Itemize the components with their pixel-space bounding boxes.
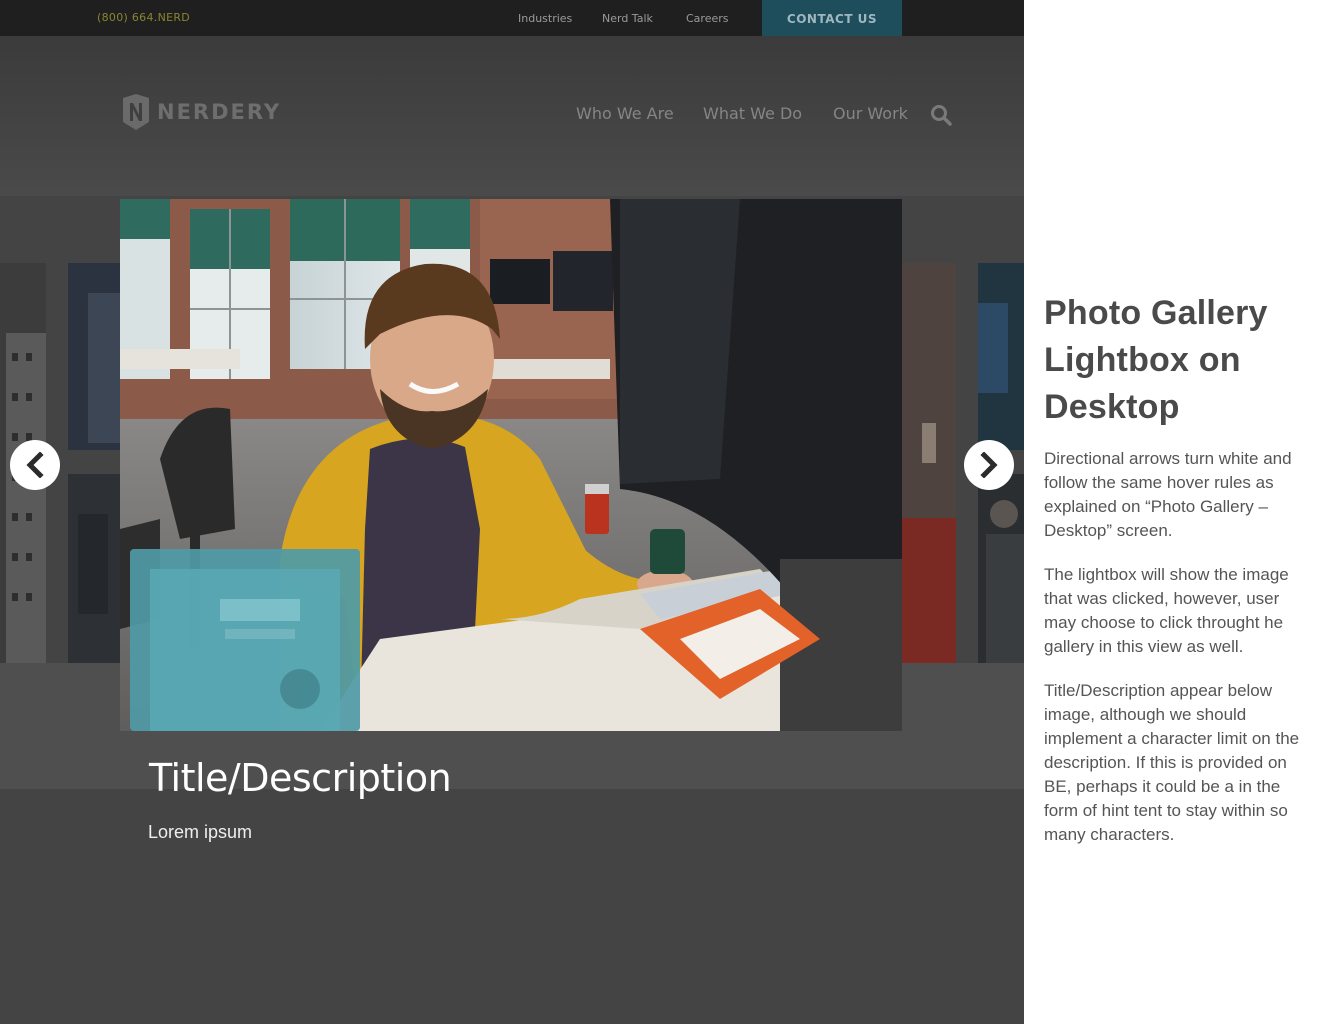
- phone-number[interactable]: (800) 664.NERD: [97, 11, 190, 24]
- annotation-paragraph: The lightbox will show the image that wa…: [1044, 565, 1289, 656]
- annotation-panel: Photo Gallery Lightbox on Desktop Direct…: [1044, 290, 1312, 847]
- nerdery-shield-icon: [123, 94, 149, 130]
- chevron-right-icon: [980, 452, 998, 478]
- annotation-title: Photo Gallery Lightbox on Desktop: [1044, 294, 1268, 426]
- lightbox-main-photo: [120, 199, 902, 731]
- gallery-thumbnail[interactable]: [68, 474, 120, 663]
- lightbox-caption-title: Title/Description: [149, 756, 452, 800]
- annotation-paragraph: Directional arrows turn white and follow…: [1044, 449, 1292, 540]
- gallery-thumbnail[interactable]: [68, 263, 120, 450]
- toplink-careers[interactable]: Careers: [686, 12, 729, 25]
- top-utility-bar: (800) 664.NERD Industries Nerd Talk Care…: [0, 0, 1024, 36]
- logo[interactable]: NERDERY: [121, 94, 281, 130]
- previous-arrow-button[interactable]: [10, 440, 60, 490]
- site-header: NERDERY Who We Are What We Do Our Work: [0, 36, 1024, 196]
- gallery-thumbnail[interactable]: [978, 474, 1024, 663]
- nav-who-we-are[interactable]: Who We Are: [576, 104, 674, 123]
- chevron-left-icon: [26, 452, 44, 478]
- search-icon[interactable]: [930, 104, 952, 126]
- toplink-industries[interactable]: Industries: [518, 12, 572, 25]
- nav-what-we-do[interactable]: What We Do: [703, 104, 802, 123]
- logo-text: NERDERY: [157, 100, 282, 124]
- nav-our-work[interactable]: Our Work: [833, 104, 908, 123]
- toplink-nerd-talk[interactable]: Nerd Talk: [602, 12, 653, 25]
- next-arrow-button[interactable]: [964, 440, 1014, 490]
- gallery-thumbnail[interactable]: [978, 263, 1024, 450]
- lightbox-caption-description: Lorem ipsum: [148, 822, 253, 842]
- lightbox-overlay: (800) 664.NERD Industries Nerd Talk Care…: [0, 0, 1024, 1024]
- contact-us-button[interactable]: CONTACT US: [762, 0, 902, 36]
- annotation-paragraph: Title/Description appear below image, al…: [1044, 681, 1300, 844]
- gallery-thumbnail[interactable]: [902, 263, 956, 663]
